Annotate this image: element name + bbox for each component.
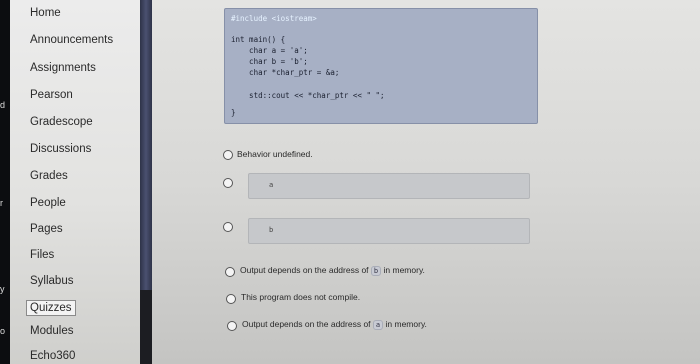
nav-item-syllabus[interactable]: Syllabus [30, 275, 73, 287]
answer-radio-1[interactable] [223, 150, 233, 160]
nav-item-echo360[interactable]: Echo360 [30, 350, 75, 362]
answer-radio-4[interactable] [225, 267, 235, 277]
answer-text: in memory. [383, 265, 425, 275]
nav-item-modules[interactable]: Modules [30, 325, 73, 337]
course-nav-sidebar: Home Announcements Assignments Pearson G… [10, 0, 140, 364]
code-line: #include <iostream> [231, 14, 317, 23]
answer-code-box-a: a [248, 173, 530, 199]
nav-item-gradescope[interactable]: Gradescope [30, 116, 93, 128]
nav-item-people[interactable]: People [30, 197, 66, 209]
answer-label-no-compile: This program does not compile. [241, 292, 361, 302]
nav-item-discussions[interactable]: Discussions [30, 143, 91, 155]
nav-item-pages[interactable]: Pages [30, 223, 63, 235]
code-line: std::cout << *char_ptr << " "; [231, 91, 385, 100]
edge-text: o [0, 326, 6, 336]
nav-item-assignments[interactable]: Assignments [30, 62, 96, 74]
answer-radio-2[interactable] [223, 178, 233, 188]
edge-text: y [0, 284, 5, 294]
answer-label-address-b: Output depends on the address of b in me… [240, 265, 425, 276]
answer-text: Output depends on the address of [242, 319, 371, 329]
sidebar-divider [140, 0, 152, 290]
nav-item-quizzes[interactable]: Quizzes [26, 300, 76, 316]
code-line: } [231, 108, 236, 117]
answer-label-address-a: Output depends on the address of a in me… [242, 319, 427, 330]
quiz-question-area: #include <iostream> int main() { char a … [152, 0, 700, 364]
left-edge-strip: d r y o [0, 0, 10, 364]
answer-radio-6[interactable] [227, 321, 237, 331]
edge-text: r [0, 198, 3, 208]
code-line: char a = 'a'; [231, 46, 308, 55]
answer-radio-5[interactable] [226, 294, 236, 304]
nav-item-home[interactable]: Home [30, 7, 61, 19]
answer-text: in memory. [385, 319, 427, 329]
answer-text: Output depends on the address of [240, 265, 369, 275]
nav-item-files[interactable]: Files [30, 249, 54, 261]
code-line: char *char_ptr = &a; [231, 68, 340, 77]
code-line: char b = 'b'; [231, 57, 308, 66]
edge-text: d [0, 100, 6, 110]
inline-code-b: b [370, 266, 382, 276]
answer-code-a: a [269, 181, 274, 189]
answer-code-b: b [269, 226, 274, 234]
answer-code-box-b: b [248, 218, 530, 244]
nav-item-pearson[interactable]: Pearson [30, 89, 73, 101]
code-line: int main() { [231, 35, 286, 44]
answer-label-behavior-undefined: Behavior undefined. [237, 149, 313, 159]
inline-code-a: a [372, 320, 384, 330]
nav-item-announcements[interactable]: Announcements [30, 34, 113, 46]
nav-item-grades[interactable]: Grades [30, 170, 68, 182]
code-snippet: #include <iostream> int main() { char a … [224, 8, 538, 124]
answer-radio-3[interactable] [223, 222, 233, 232]
